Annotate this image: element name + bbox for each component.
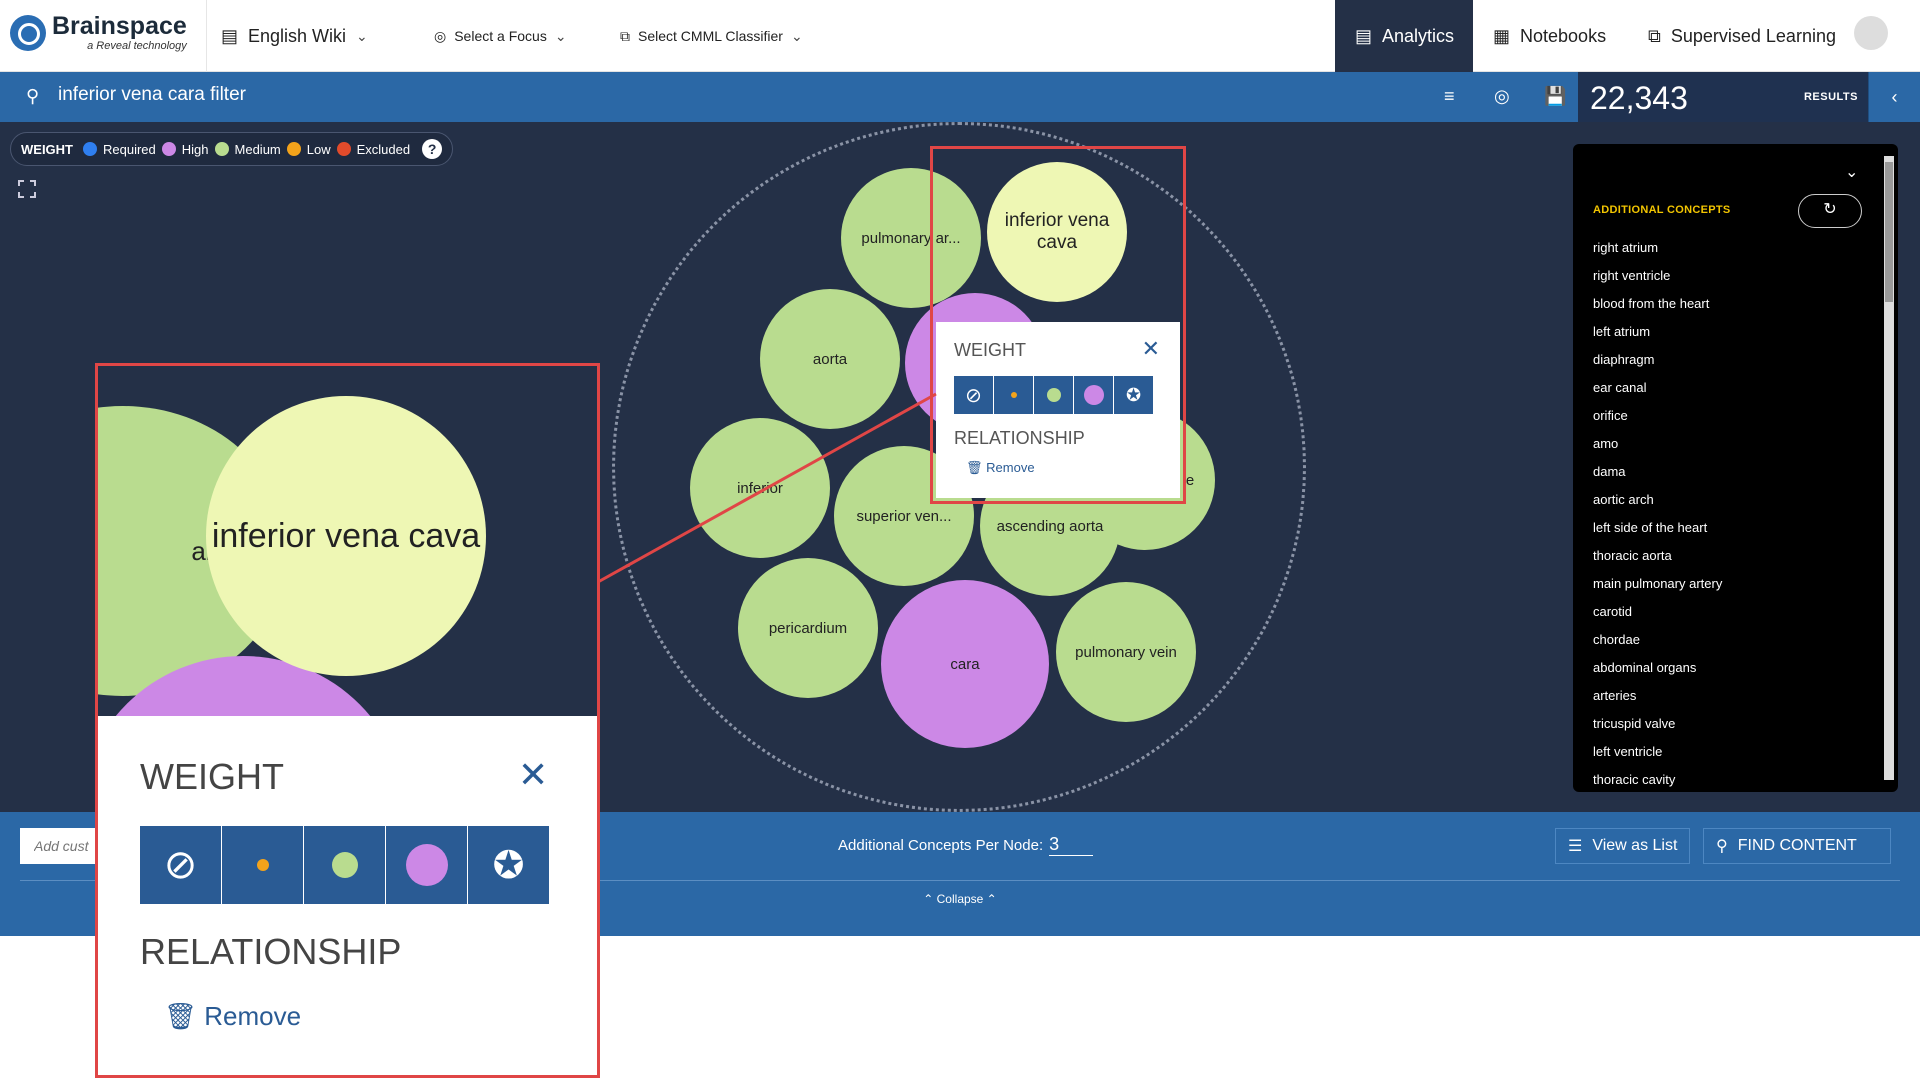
node-label: inferior vena cava — [211, 516, 481, 555]
results-label: RESULTS — [1803, 91, 1858, 103]
concept-item[interactable]: ear canal — [1593, 376, 1843, 404]
classifier-icon: ⧉ — [620, 27, 630, 44]
concept-item[interactable]: left ventricle — [1593, 740, 1843, 768]
weight-title: WEIGHT — [140, 756, 284, 797]
chevron-down-icon: ⌄ — [790, 27, 803, 44]
apn-label: Additional Concepts Per Node: — [838, 837, 1044, 854]
concept-item[interactable]: right ventricle — [1593, 264, 1843, 292]
classifier-label: Select CMML Classifier — [638, 28, 783, 44]
tab-label: Notebooks — [1520, 25, 1607, 46]
concept-item[interactable]: thoracic cavity — [1593, 768, 1843, 796]
inset-node-inferior-vena-cava: inferior vena cava — [206, 396, 486, 676]
required-weight-button: ✪ — [468, 826, 550, 904]
excluded-weight-button: ⊘ — [140, 826, 222, 904]
chevron-down-icon: ⌄ — [356, 27, 368, 44]
concept-item[interactable]: main pulmonary artery — [1593, 572, 1843, 600]
concept-item[interactable]: amo — [1593, 432, 1843, 460]
dataset-icon: ▤ — [221, 25, 239, 46]
logo-icon — [10, 15, 46, 51]
filter-icon[interactable]: ≡ — [1444, 86, 1455, 107]
concept-item[interactable]: right atrium — [1593, 236, 1843, 264]
bar-chart-icon: ▤ — [1355, 25, 1373, 46]
btn-label: View as List — [1592, 837, 1678, 854]
dataset-label: English Wiki — [248, 25, 347, 46]
tab-label: Analytics — [1382, 25, 1455, 46]
concept-item[interactable]: carotid — [1593, 600, 1843, 628]
app-name: Brainspace — [52, 12, 187, 40]
chevron-down-icon[interactable]: ⌄ — [1845, 162, 1858, 182]
scrollbar[interactable] — [1884, 156, 1894, 780]
concept-item[interactable]: arteries — [1593, 684, 1843, 712]
inset-weight-popup: WEIGHT ✕ ⊘ ✪ RELATIONSHIP 🗑 Remove — [98, 716, 597, 1075]
brainspace-logo[interactable]: Brainspace a Reveal technology — [10, 14, 187, 52]
relationship-title: RELATIONSHIP — [140, 931, 402, 972]
top-navigation: Brainspace a Reveal technology ▤ English… — [0, 0, 1920, 72]
search-input[interactable]: inferior vena cara filter — [58, 84, 246, 106]
btn-label: FIND CONTENT — [1737, 837, 1857, 854]
target-icon[interactable]: ◎ — [1494, 86, 1510, 107]
search-icon: ⚲ — [26, 86, 40, 106]
concept-item[interactable]: chordae — [1593, 628, 1843, 656]
save-icon[interactable]: 💾 — [1544, 86, 1566, 107]
concept-item[interactable]: left atrium — [1593, 320, 1843, 348]
focus-selector[interactable]: ◎ Select a Focus ⌄ — [434, 0, 567, 72]
collapse-panel-button[interactable]: ‹ — [1868, 72, 1920, 122]
classifier-selector[interactable]: ⧉ Select CMML Classifier ⌄ — [620, 0, 803, 72]
concept-item[interactable]: diaphragm — [1593, 348, 1843, 376]
concept-item[interactable]: blood from the heart — [1593, 292, 1843, 320]
classifier-icon: ⧉ — [1648, 25, 1661, 46]
tab-supervised-learning[interactable]: ⧉ Supervised Learning — [1628, 0, 1856, 72]
find-content-button[interactable]: ⚲ FIND CONTENT — [1703, 828, 1891, 864]
focus-icon: ◎ — [434, 27, 447, 44]
app-tagline: a Reveal technology — [87, 40, 187, 52]
remove-label: Remove — [204, 1001, 302, 1031]
concept-item[interactable]: thoracic aorta — [1593, 544, 1843, 572]
refresh-search-button[interactable]: ↻ — [1798, 194, 1862, 228]
concept-item[interactable]: left side of the heart — [1593, 516, 1843, 544]
tab-analytics[interactable]: ▤ Analytics — [1335, 0, 1473, 72]
concept-list: right atrium right ventricle blood from th… — [1593, 236, 1843, 796]
panel-title: ADDITIONAL CONCEPTS — [1593, 204, 1731, 216]
view-as-list-button[interactable]: ☰ View as List — [1555, 828, 1691, 864]
zoom-inset: ar... inferior vena cava WEIGHT ✕ ⊘ ✪ RE… — [95, 363, 600, 1078]
user-avatar[interactable] — [1854, 16, 1888, 50]
apn-input[interactable]: 3 — [1049, 834, 1094, 856]
search-icon: ⚲ — [1716, 838, 1728, 855]
scrollbar-thumb[interactable] — [1885, 162, 1893, 302]
focus-label: Select a Focus — [454, 28, 547, 44]
dataset-selector[interactable]: ▤ English Wiki ⌄ — [206, 0, 386, 72]
tab-label: Supervised Learning — [1670, 25, 1836, 46]
results-panel: 22,343 RESULTS — [1578, 72, 1868, 122]
collapse-label: Collapse — [936, 892, 984, 906]
low-weight-button — [222, 826, 304, 904]
remove-button: 🗑 Remove — [164, 1001, 301, 1032]
concept-item[interactable]: abdominal organs — [1593, 656, 1843, 684]
results-count: 22,343 — [1590, 80, 1688, 116]
concept-item[interactable]: dama — [1593, 460, 1843, 488]
concept-item[interactable]: aortic arch — [1593, 488, 1843, 516]
tab-notebooks[interactable]: ▦ Notebooks — [1473, 0, 1626, 72]
concepts-per-node: Additional Concepts Per Node: 3 — [838, 834, 1094, 856]
trash-icon: 🗑 — [164, 1001, 198, 1031]
concept-item[interactable]: orifice — [1593, 404, 1843, 432]
high-weight-button — [386, 826, 468, 904]
medium-weight-button — [304, 826, 386, 904]
additional-concepts-panel: ⌄ ADDITIONAL CONCEPTS ↻ right atrium righ… — [1573, 144, 1898, 792]
list-icon: ☰ — [1568, 838, 1583, 855]
grid-icon: ▦ — [1493, 25, 1511, 46]
concept-item[interactable]: tricuspid valve — [1593, 712, 1843, 740]
close-icon: ✕ — [518, 754, 549, 795]
chevron-down-icon: ⌄ — [554, 27, 567, 44]
